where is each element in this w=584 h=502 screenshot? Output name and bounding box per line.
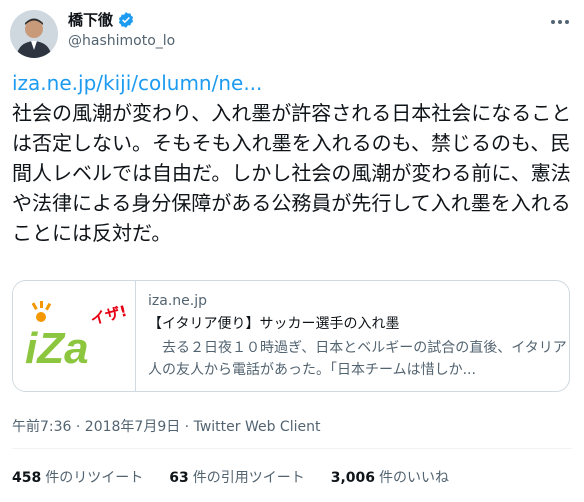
quote-count[interactable]: 63 件の引用ツイート	[169, 468, 304, 488]
author-handle[interactable]: @hashimoto_lo	[68, 32, 175, 50]
tweet-text: iza.ne.jp/kiji/column/ne... 社会の風潮が変わり、入れ…	[12, 68, 572, 248]
author-name-row[interactable]: 橋下徹	[68, 10, 135, 30]
card-body: iza.ne.jp 【イタリア便り】サッカー選手の入れ墨 去る２日夜１０時過ぎ、…	[136, 281, 569, 391]
card-domain: iza.ne.jp	[148, 293, 207, 309]
card-thumbnail: iZa イザ!	[13, 281, 136, 391]
more-options-icon[interactable]	[548, 10, 572, 34]
quote-count-number: 63	[169, 470, 189, 486]
card-logo-sub: イザ!	[89, 302, 129, 329]
like-count-label: 件のいいね	[379, 470, 450, 486]
tweet-link[interactable]: iza.ne.jp/kiji/column/ne...	[12, 71, 262, 95]
iza-logo-icon: iZa イザ!	[25, 301, 129, 371]
link-preview-card[interactable]: iZa イザ! iza.ne.jp 【イタリア便り】サッカー選手の入れ墨 去る２…	[12, 280, 570, 392]
tweet-timestamp[interactable]: 午前7:36 · 2018年7月9日 · Twitter Web Client	[12, 418, 320, 436]
tweet-body: 社会の風潮が変わり、入れ墨が許容される日本社会になることは否定しない。そもそも入…	[12, 101, 572, 245]
retweet-count[interactable]: 458 件のリツイート	[12, 468, 143, 488]
retweet-count-label: 件のリツイート	[45, 470, 144, 486]
card-description: 去る２日夜１０時過ぎ、日本とベルギーの試合の直後、イタリア人の友人から電話があっ…	[148, 340, 567, 378]
quote-count-label: 件の引用ツイート	[192, 470, 305, 486]
retweet-count-number: 458	[12, 470, 42, 486]
verified-badge-icon	[118, 12, 134, 28]
author-display-name[interactable]: 橋下徹	[68, 10, 113, 30]
avatar-photo-icon	[10, 10, 58, 58]
avatar[interactable]	[10, 10, 58, 58]
divider	[12, 448, 572, 449]
card-logo-text: iZa	[25, 324, 89, 371]
card-title: 【イタリア便り】サッカー選手の入れ墨	[148, 316, 400, 332]
like-count[interactable]: 3,006 件のいいね	[331, 468, 449, 488]
engagement-stats: 458 件のリツイート 63 件の引用ツイート 3,006 件のいいね	[12, 468, 475, 488]
like-count-number: 3,006	[330, 470, 376, 486]
